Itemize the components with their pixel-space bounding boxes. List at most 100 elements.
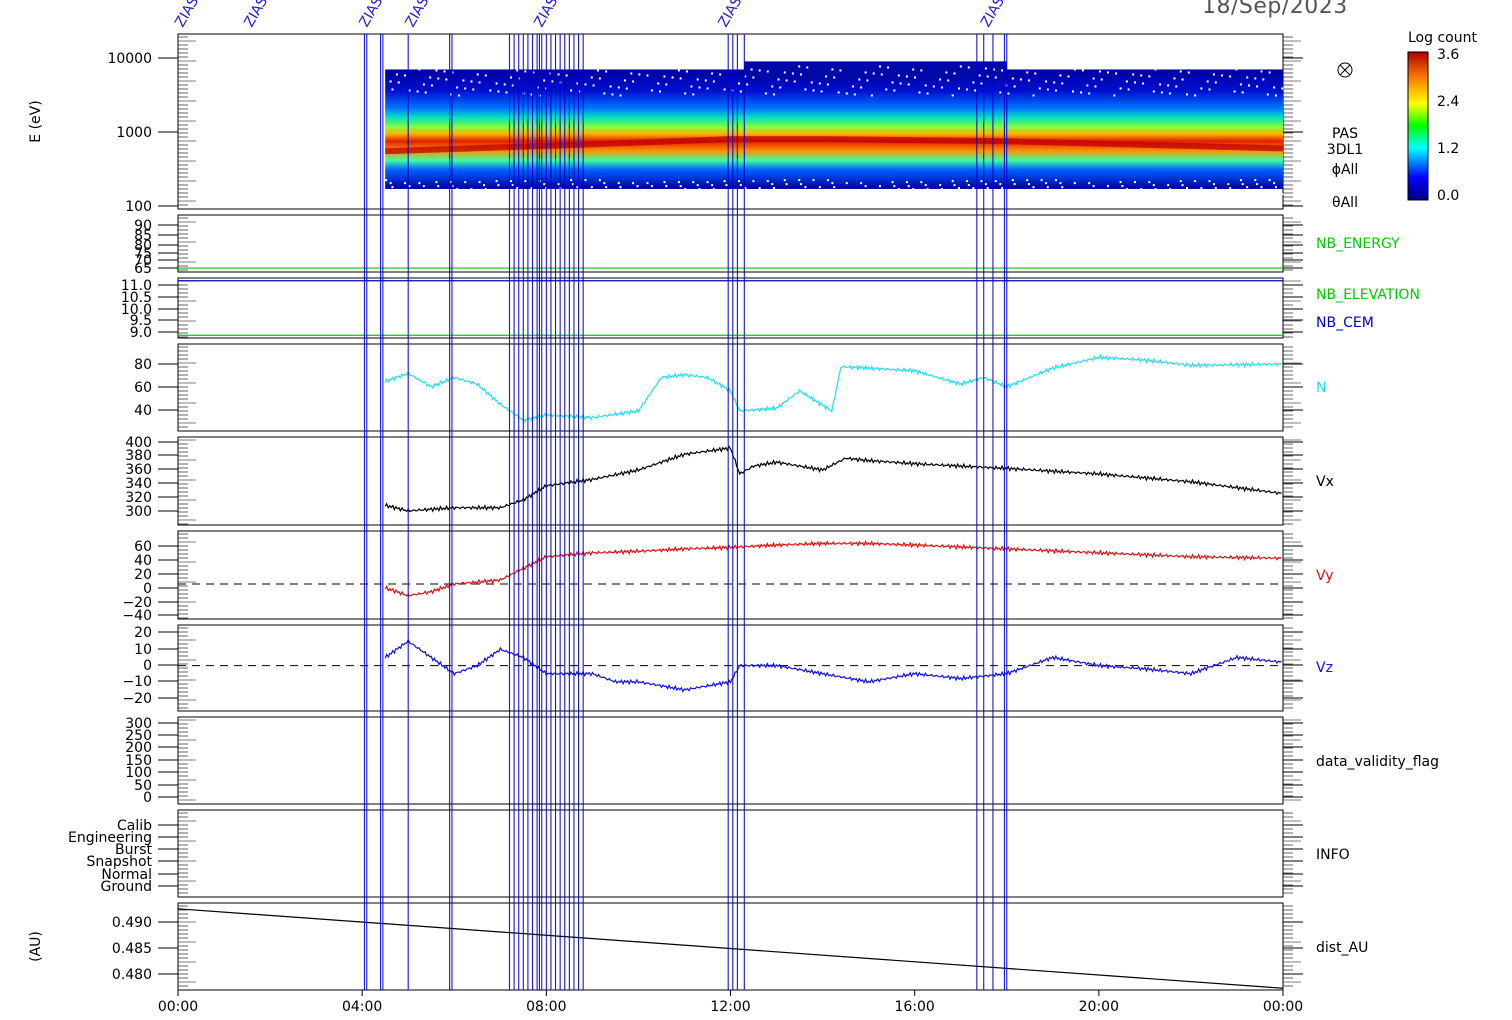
noise-speck — [435, 69, 438, 72]
noise-speck — [652, 67, 655, 70]
noise-speck — [804, 186, 807, 189]
y-tick-label: 1000 — [116, 125, 152, 141]
noise-speck — [617, 182, 620, 185]
y-tick-label: 0.490 — [112, 915, 152, 931]
noise-speck — [503, 83, 506, 86]
noise-speck — [1059, 74, 1062, 77]
noise-speck — [885, 88, 888, 91]
noise-speck — [665, 185, 668, 188]
noise-speck — [650, 185, 653, 188]
noise-speck — [1233, 90, 1236, 93]
noise-speck — [704, 79, 707, 82]
noise-speck — [1100, 78, 1103, 81]
noise-speck — [833, 186, 836, 189]
noise-speck — [1113, 94, 1116, 97]
noise-speck — [853, 93, 856, 96]
noise-speck — [476, 73, 479, 76]
noise-speck — [994, 180, 997, 183]
x-tick-label: 04:00 — [342, 999, 382, 1015]
noise-speck — [1173, 77, 1176, 80]
noise-speck — [1133, 181, 1136, 184]
noise-speck — [1173, 191, 1176, 194]
y-tick-label: 0.480 — [112, 967, 152, 983]
noise-speck — [1273, 86, 1276, 89]
noise-speck — [1200, 187, 1203, 190]
noise-speck — [1028, 79, 1031, 82]
noise-speck — [650, 89, 653, 92]
noise-speck — [389, 182, 392, 185]
noise-speck — [845, 92, 848, 95]
noise-speck — [1034, 72, 1037, 75]
noise-speck — [723, 88, 726, 91]
noise-speck — [706, 181, 709, 184]
noise-speck — [984, 183, 987, 186]
noise-speck — [1011, 77, 1014, 80]
noise-speck — [1067, 75, 1070, 78]
noise-speck — [1011, 179, 1014, 182]
noise-speck — [1159, 191, 1162, 194]
noise-speck — [791, 72, 794, 75]
noise-speck — [994, 76, 997, 79]
noise-speck — [430, 196, 433, 199]
noise-speck — [978, 74, 981, 77]
noise-speck — [524, 180, 527, 183]
noise-speck — [717, 191, 720, 194]
noise-speck — [456, 86, 459, 89]
noise-speck — [1152, 184, 1155, 187]
y-tick-label: 60 — [134, 380, 152, 396]
noise-speck — [1061, 186, 1064, 189]
noise-speck — [495, 180, 498, 183]
noise-speck — [690, 195, 693, 198]
noise-speck — [445, 196, 448, 199]
noise-speck — [818, 82, 821, 85]
noise-speck — [799, 73, 802, 76]
series-line — [384, 445, 1282, 513]
noise-speck — [897, 74, 900, 77]
noise-speck — [1160, 195, 1163, 198]
noise-speck — [750, 68, 753, 71]
noise-speck — [437, 185, 440, 188]
noise-speck — [793, 194, 796, 197]
y-tick-label: −40 — [122, 608, 152, 624]
noise-speck — [1262, 78, 1265, 81]
noise-speck — [1073, 68, 1076, 71]
noise-speck — [1065, 189, 1068, 192]
noise-speck — [625, 87, 628, 90]
noise-speck — [416, 196, 419, 199]
panel-frame — [177, 902, 1284, 991]
noise-speck — [812, 179, 815, 182]
noise-speck — [646, 74, 649, 77]
noise-speck — [719, 73, 722, 76]
noise-speck — [1221, 74, 1224, 77]
noise-speck — [483, 66, 486, 69]
noise-speck — [1186, 93, 1189, 96]
noise-speck — [738, 82, 741, 85]
noise-speck — [1115, 72, 1118, 75]
series-label: N — [1316, 380, 1326, 396]
panel-vx: 400380360340320300Vx — [125, 435, 1334, 526]
noise-speck — [852, 85, 855, 88]
noise-speck — [1086, 84, 1089, 87]
noise-speck — [1152, 90, 1155, 93]
event-label: ZIAS — [356, 0, 386, 30]
noise-speck — [777, 190, 780, 193]
noise-speck — [1194, 180, 1197, 183]
noise-speck — [457, 192, 460, 195]
time-series-plot: 3.6 2.4 1.2 0.0 PAS 3DL1 ϕAll θAll 10000… — [28, 0, 1459, 1015]
noise-speck — [878, 65, 881, 68]
noise-speck — [611, 93, 614, 96]
series-label: INFO — [1316, 847, 1350, 863]
series-label: Vy — [1316, 568, 1334, 584]
noise-speck — [638, 73, 641, 76]
noise-speck — [503, 191, 506, 194]
noise-speck — [872, 72, 875, 75]
noise-speck — [717, 65, 720, 68]
noise-speck — [625, 193, 628, 196]
noise-speck — [663, 75, 666, 78]
noise-speck — [491, 67, 494, 70]
noise-speck — [609, 189, 612, 192]
noise-speck — [617, 86, 620, 89]
noise-speck — [472, 88, 475, 91]
noise-speck — [489, 191, 492, 194]
noise-speck — [543, 79, 546, 82]
